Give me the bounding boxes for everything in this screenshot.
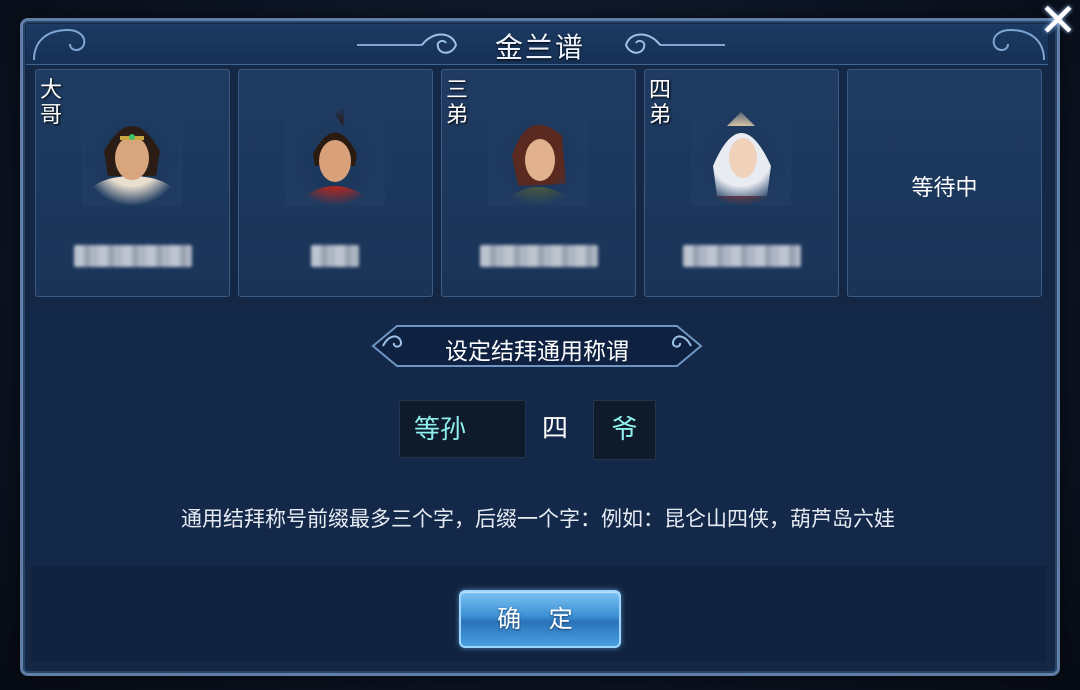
subheading-title: 设定结拜通用称谓 bbox=[445, 339, 629, 365]
member-card-1[interactable]: 大哥 bbox=[35, 69, 230, 297]
member-count-char: 四 bbox=[542, 414, 569, 444]
hero-portrait-icon bbox=[82, 106, 182, 206]
prefix-input[interactable]: 等孙 bbox=[399, 400, 526, 458]
hero-portrait-icon bbox=[691, 106, 791, 206]
hint-text: 通用结拜称号前缀最多三个字，后缀一个字：例如：昆仑山四侠，葫芦岛六娃 bbox=[181, 507, 895, 531]
member-rank: 三弟 bbox=[446, 78, 469, 128]
member-name-redacted bbox=[74, 245, 192, 267]
confirm-button[interactable]: 确 定 bbox=[459, 590, 621, 648]
member-card-4[interactable]: 四弟 bbox=[644, 69, 839, 297]
member-rank: 大哥 bbox=[40, 78, 63, 128]
member-name-redacted bbox=[311, 245, 359, 267]
close-icon[interactable]: ✕ bbox=[1036, 0, 1080, 44]
member-card-5[interactable]: 等待中 bbox=[847, 69, 1042, 297]
member-name-redacted bbox=[683, 245, 801, 267]
window-title: 金兰谱 bbox=[494, 31, 585, 64]
hero-portrait-icon bbox=[488, 106, 588, 206]
hero-portrait-icon bbox=[285, 106, 385, 206]
suffix-input[interactable]: 爷 bbox=[593, 400, 656, 460]
member-card-2[interactable] bbox=[238, 69, 433, 297]
member-card-3[interactable]: 三弟 bbox=[441, 69, 636, 297]
member-name-redacted bbox=[480, 245, 598, 267]
member-rank: 四弟 bbox=[649, 78, 672, 128]
waiting-status: 等待中 bbox=[911, 176, 978, 201]
